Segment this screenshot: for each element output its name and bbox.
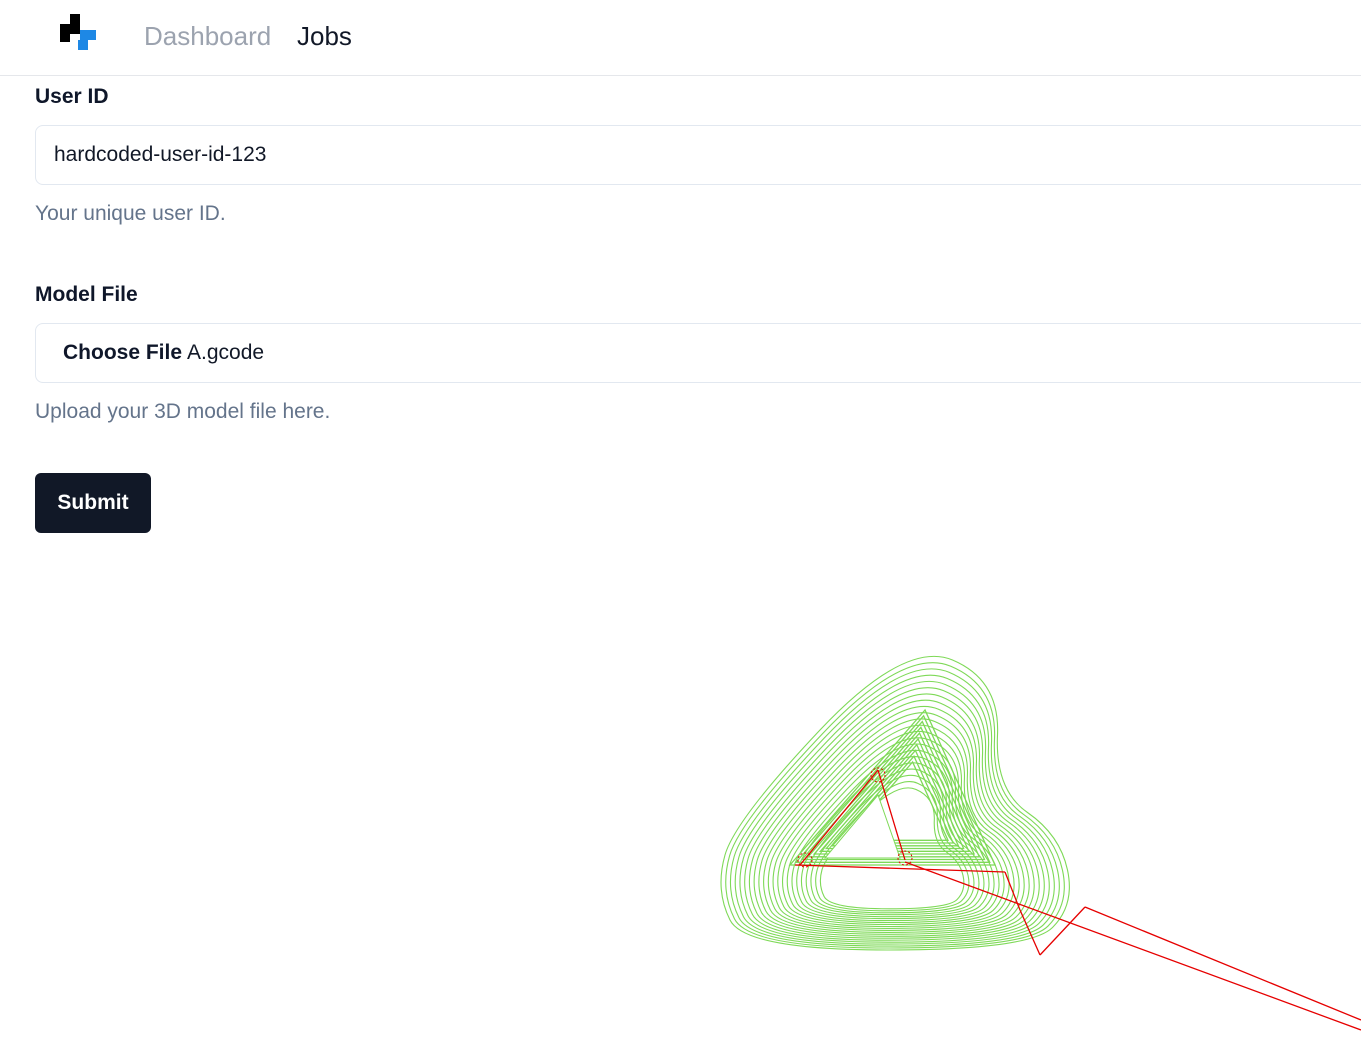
submit-button[interactable]: Submit [35, 473, 151, 533]
logo-blue-block-top [80, 30, 96, 40]
extrusion-contours [720, 655, 1070, 951]
user-id-help-text: Your unique user ID. [35, 202, 226, 225]
extrusion-contour-line [748, 693, 1040, 939]
gcode-preview-canvas[interactable] [0, 560, 1361, 1046]
travel-move-line [794, 864, 1006, 873]
nav-link-jobs[interactable]: Jobs [297, 20, 352, 52]
user-id-input[interactable] [35, 125, 1361, 185]
logo-blue-block-bottom [78, 40, 88, 50]
user-id-label: User ID [35, 85, 109, 108]
logo-dark-block-top [70, 14, 80, 24]
model-file-label: Model File [35, 283, 138, 306]
travel-move-line [1004, 871, 1021, 911]
nav-link-dashboard[interactable]: Dashboard [144, 20, 271, 52]
choose-file-button[interactable]: Choose File [63, 341, 182, 365]
model-file-help-text: Upload your 3D model file here. [35, 400, 331, 423]
logo-dark-block-bottom [60, 34, 70, 42]
top-navigation: Dashboard Jobs [0, 0, 1361, 76]
toolpath-preview [720, 655, 1361, 1031]
travel-move-line [1084, 906, 1361, 1021]
app-logo-icon[interactable] [56, 12, 98, 52]
logo-dark-block-left [60, 24, 80, 34]
model-file-input[interactable]: Choose File A.gcode [35, 323, 1361, 383]
selected-file-name: A.gcode [187, 341, 265, 364]
travel-move-line [904, 861, 1361, 1031]
